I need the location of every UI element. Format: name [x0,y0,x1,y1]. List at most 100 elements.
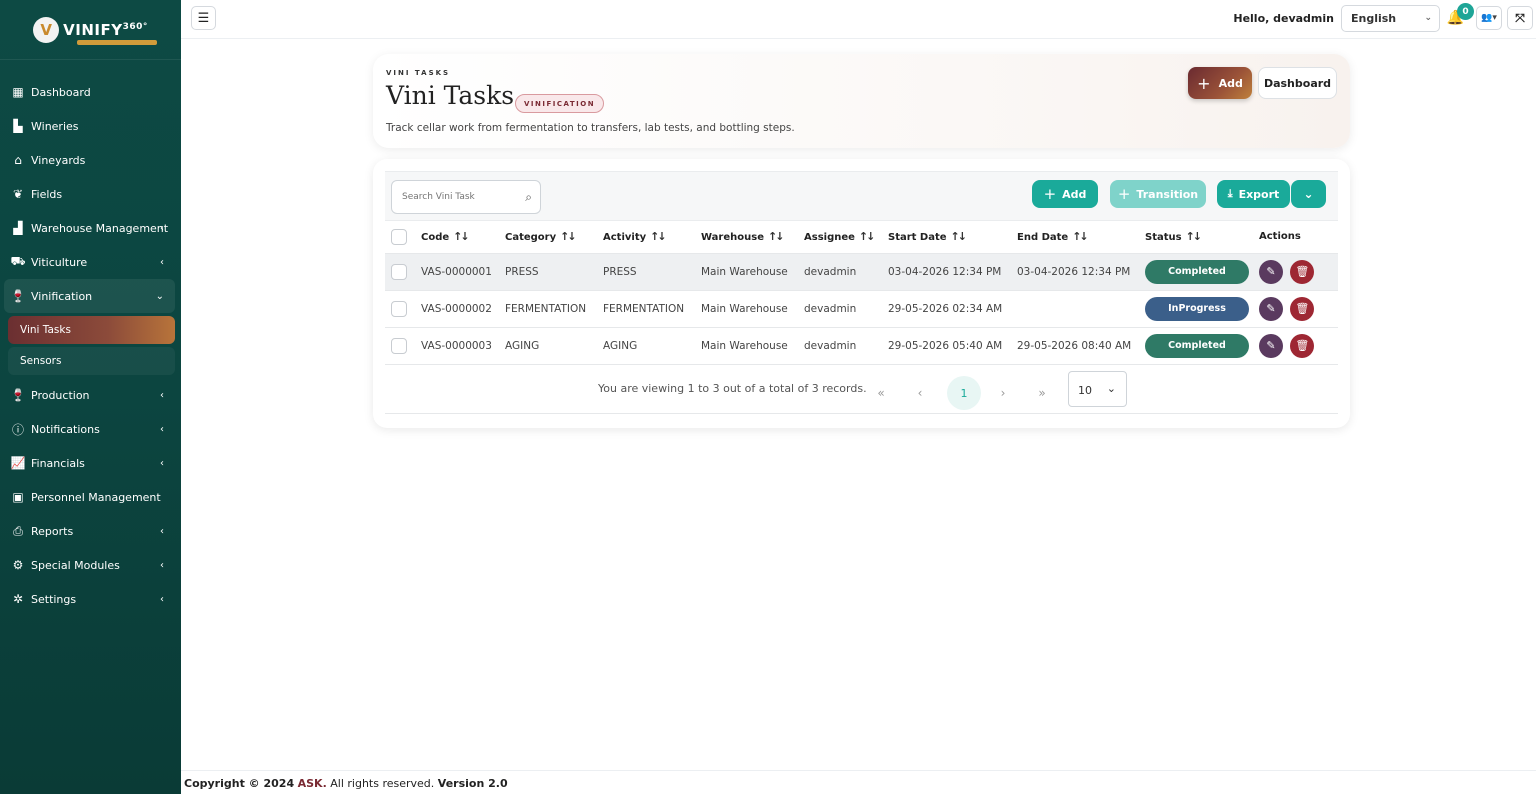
table-row[interactable]: VAS-0000001 PRESS PRESS Main Warehouse d… [385,253,1338,291]
search-box: ⌕ [391,180,541,214]
footer-copyright: Copyright © 2024 [184,777,295,790]
sort-icon: ↑↓ [650,230,667,244]
footer: Copyright © 2024 ASK. All rights reserve… [181,770,1536,794]
fullscreen-button[interactable]: ⤧ [1507,6,1533,30]
row-checkbox[interactable] [391,263,407,280]
logo-tagline [77,39,158,45]
footer-version: Version 2.0 [437,777,508,790]
row-checkbox[interactable] [391,337,407,354]
sidebar-subitem-vini-tasks[interactable]: Vini Tasks [8,316,175,344]
sidebar-item-label: Settings [31,592,77,606]
column-header-end-date[interactable]: End Date ↑↓ [1017,221,1145,254]
sidebar-item-label: Production [31,388,90,402]
edit-icon[interactable]: ✎ [1259,333,1283,358]
table-row[interactable]: VAS-0000002 FERMENTATION FERMENTATION Ma… [385,290,1338,328]
table-toolbar: ⌕ + Add + Transition ⤓ Export ⌄ [385,171,1338,221]
column-header-category[interactable]: Category ↑↓ [505,221,603,254]
sidebar-item-label: Personnel Management [31,490,161,504]
chevron-down-icon: ⌄ [1106,382,1116,395]
sidebar-item-warehouse-management[interactable]: ▟ Warehouse Management ‹ [0,211,181,245]
warehouse-icon: ⌂ [14,153,22,167]
trash-icon[interactable]: 🗑 [1290,333,1315,358]
trash-icon[interactable]: 🗑 [1290,296,1315,321]
sidebar-item-reports[interactable]: ⎙ Reports ‹ [0,514,181,548]
add-task-label: Add [1062,187,1087,201]
export-button[interactable]: ⤓ Export [1217,180,1290,208]
status-badge: Completed [1145,333,1249,358]
cell-assignee: devadmin [804,327,888,365]
sidebar-item-vinification[interactable]: 🍷 Vinification ⌄ [4,279,175,313]
column-header-start-date[interactable]: Start Date ↑↓ [888,221,1017,254]
cell-assignee: devadmin [804,290,888,328]
row-checkbox[interactable] [391,300,407,317]
sort-icon: ↑↓ [560,230,577,244]
sidebar-item-label: Special Modules [31,558,120,572]
sidebar-item-label: Wineries [31,119,79,133]
sidebar-item-special-modules[interactable]: ⚙ Special Modules ‹ [0,548,181,582]
user-menu-button[interactable]: 👥▾ [1476,6,1502,30]
sort-icon: ↑↓ [858,230,876,244]
sidebar-item-financials[interactable]: 📈 Financials ‹ [0,446,181,480]
sidebar-item-personnel-management[interactable]: ▣ Personnel Management [0,480,181,514]
sidebar-item-label: Fields [31,187,63,201]
topbar: ☰ Hello, devadmin English ⌄ 🔔 0 👥▾ ⤧ [181,0,1536,39]
chevron-left-icon: ‹ [160,256,164,268]
chevron-left-icon: ‹ [160,222,164,234]
sidebar-item-fields[interactable]: ❦ Fields [0,177,181,211]
plus-icon: + [1117,185,1131,203]
sidebar-item-vineyards[interactable]: ⌂ Vineyards [0,143,181,177]
header-add-label: Add [1218,76,1243,90]
sidebar-subitem-label: Vini Tasks [20,324,71,336]
cell-end-date: 29-05-2026 08:40 AM [1017,327,1145,365]
cell-assignee: devadmin [804,253,888,291]
wine-glass-icon: 🍷 [10,289,26,303]
column-header-code[interactable]: Code ↑↓ [421,221,505,254]
boxes-icon: ▟ [13,221,23,235]
expand-icon: ⤧ [1515,10,1525,25]
export-dropdown-button[interactable]: ⌄ [1291,180,1326,208]
trash-icon[interactable]: 🗑 [1290,259,1315,284]
sidebar-item-label: Reports [31,524,74,538]
search-icon[interactable]: ⌕ [525,190,532,205]
current-page-button[interactable]: 1 [947,376,981,410]
sidebar-subitem-sensors[interactable]: Sensors [8,347,175,375]
language-select[interactable]: English ⌄ [1341,5,1440,32]
header-dashboard-button[interactable]: Dashboard [1258,67,1337,99]
table-row[interactable]: VAS-0000003 AGING AGING Main Warehouse d… [385,327,1338,365]
column-header-activity[interactable]: Activity ↑↓ [603,221,701,254]
sidebar-item-label: Warehouse Management [31,221,169,235]
sidebar-item-viticulture[interactable]: ⛟ Viticulture ‹ [0,245,181,279]
column-header-warehouse[interactable]: Warehouse ↑↓ [701,221,804,254]
menu-toggle-button[interactable]: ☰ [191,6,216,30]
sidebar-item-wineries[interactable]: ▙ Wineries [0,109,181,143]
sidebar-item-dashboard[interactable]: ▦ Dashboard [0,75,181,109]
language-value: English [1351,12,1397,25]
prev-page-button[interactable]: ‹ [903,376,937,410]
wine-glass-icon: 🍷 [10,388,26,402]
last-page-button[interactable]: » [1025,376,1059,410]
column-header-status[interactable]: Status ↑↓ [1145,221,1259,254]
page-size-select[interactable]: 10 ⌄ [1068,371,1127,407]
cell-activity: AGING [603,327,701,365]
edit-icon[interactable]: ✎ [1259,296,1283,321]
next-page-button[interactable]: › [986,376,1020,410]
cell-end-date: 03-04-2026 12:34 PM [1017,253,1145,291]
transition-button[interactable]: + Transition [1110,180,1206,208]
sidebar-item-notifications[interactable]: ⓘ Notifications ‹ [0,412,181,446]
sidebar-item-settings[interactable]: ✲ Settings ‹ [0,582,181,616]
table-header-row: Code ↑↓ Category ↑↓ Activity ↑↓ Warehouse ↑↓… [385,221,1338,254]
edit-icon[interactable]: ✎ [1259,259,1283,284]
cell-start-date: 29-05-2026 05:40 AM [888,327,1017,365]
transition-label: Transition [1136,187,1199,201]
column-header-assignee[interactable]: Assignee ↑↓ [804,221,888,254]
search-input[interactable] [392,181,512,213]
cell-code: VAS-0000001 [421,253,505,291]
header-add-button[interactable]: + Add [1188,67,1252,99]
first-page-button[interactable]: « [864,376,898,410]
sidebar-item-production[interactable]: 🍷 Production ‹ [0,378,181,412]
add-task-button[interactable]: + Add [1032,180,1098,208]
select-all-checkbox[interactable] [391,228,407,245]
cell-start-date: 03-04-2026 12:34 PM [888,253,1017,291]
footer-brand[interactable]: ASK. [298,777,327,790]
logo[interactable]: V VINIFY360° [0,0,181,60]
